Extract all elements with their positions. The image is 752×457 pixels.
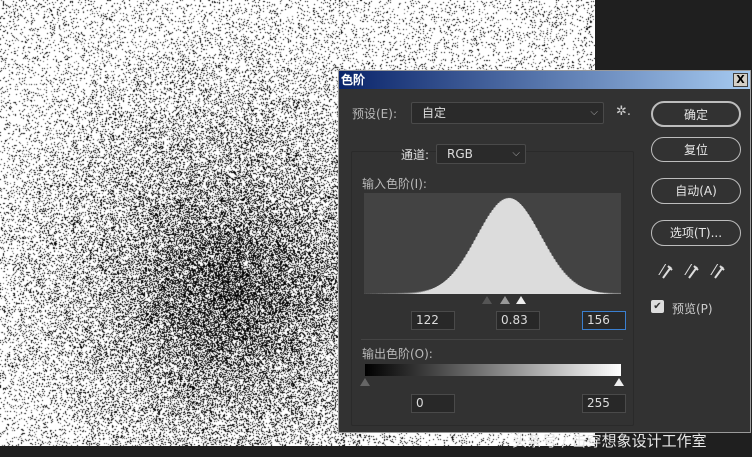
input-gamma-slider[interactable] <box>500 296 510 304</box>
output-white-field[interactable]: 255 <box>582 394 626 413</box>
channel-select[interactable]: RGB ⌵ <box>436 144 526 164</box>
dialog-title-bar[interactable]: 色阶 X <box>339 71 750 89</box>
levels-dialog: 色阶 X 预设(E): 自定 ⌵ ✲. 确定 复位 自动(A) 选项(T)... … <box>338 70 751 433</box>
preview-checkbox[interactable]: ✔ <box>651 300 664 313</box>
chevron-down-icon: ⌵ <box>590 107 598 118</box>
preset-value: 自定 <box>422 106 447 120</box>
output-levels-label: 输出色阶(O): <box>362 347 433 361</box>
histogram <box>364 193 621 294</box>
input-black-slider[interactable] <box>482 296 492 304</box>
dialog-title: 色阶 <box>341 73 366 87</box>
chevron-down-icon: ⌵ <box>512 148 520 159</box>
input-black-field[interactable]: 122 <box>411 311 455 330</box>
input-levels-label: 输入色阶(I): <box>362 177 427 191</box>
output-gradient <box>365 364 621 376</box>
ok-button[interactable]: 确定 <box>651 101 741 127</box>
gear-icon[interactable]: ✲. <box>616 104 631 119</box>
channel-value: RGB <box>447 147 473 161</box>
input-white-slider[interactable] <box>516 296 526 304</box>
options-button[interactable]: 选项(T)... <box>651 220 741 246</box>
reset-button[interactable]: 复位 <box>651 137 741 162</box>
output-white-slider[interactable] <box>614 378 624 386</box>
input-gamma-field[interactable]: 0.83 <box>496 311 540 330</box>
watermark: 头条号 / 击穿想象设计工作室 <box>512 432 707 450</box>
preview-label: 预览(P) <box>672 302 713 316</box>
input-white-field[interactable]: 156 <box>582 311 626 330</box>
output-black-slider[interactable] <box>360 378 370 386</box>
auto-button[interactable]: 自动(A) <box>651 178 741 204</box>
output-black-field[interactable]: 0 <box>411 394 455 413</box>
divider <box>361 339 623 340</box>
close-button[interactable]: X <box>733 73 748 87</box>
eyedropper-icons <box>662 265 725 279</box>
preset-select[interactable]: 自定 ⌵ <box>411 102 604 124</box>
channel-label: 通道: <box>401 148 430 162</box>
preset-label: 预设(E): <box>352 107 397 121</box>
